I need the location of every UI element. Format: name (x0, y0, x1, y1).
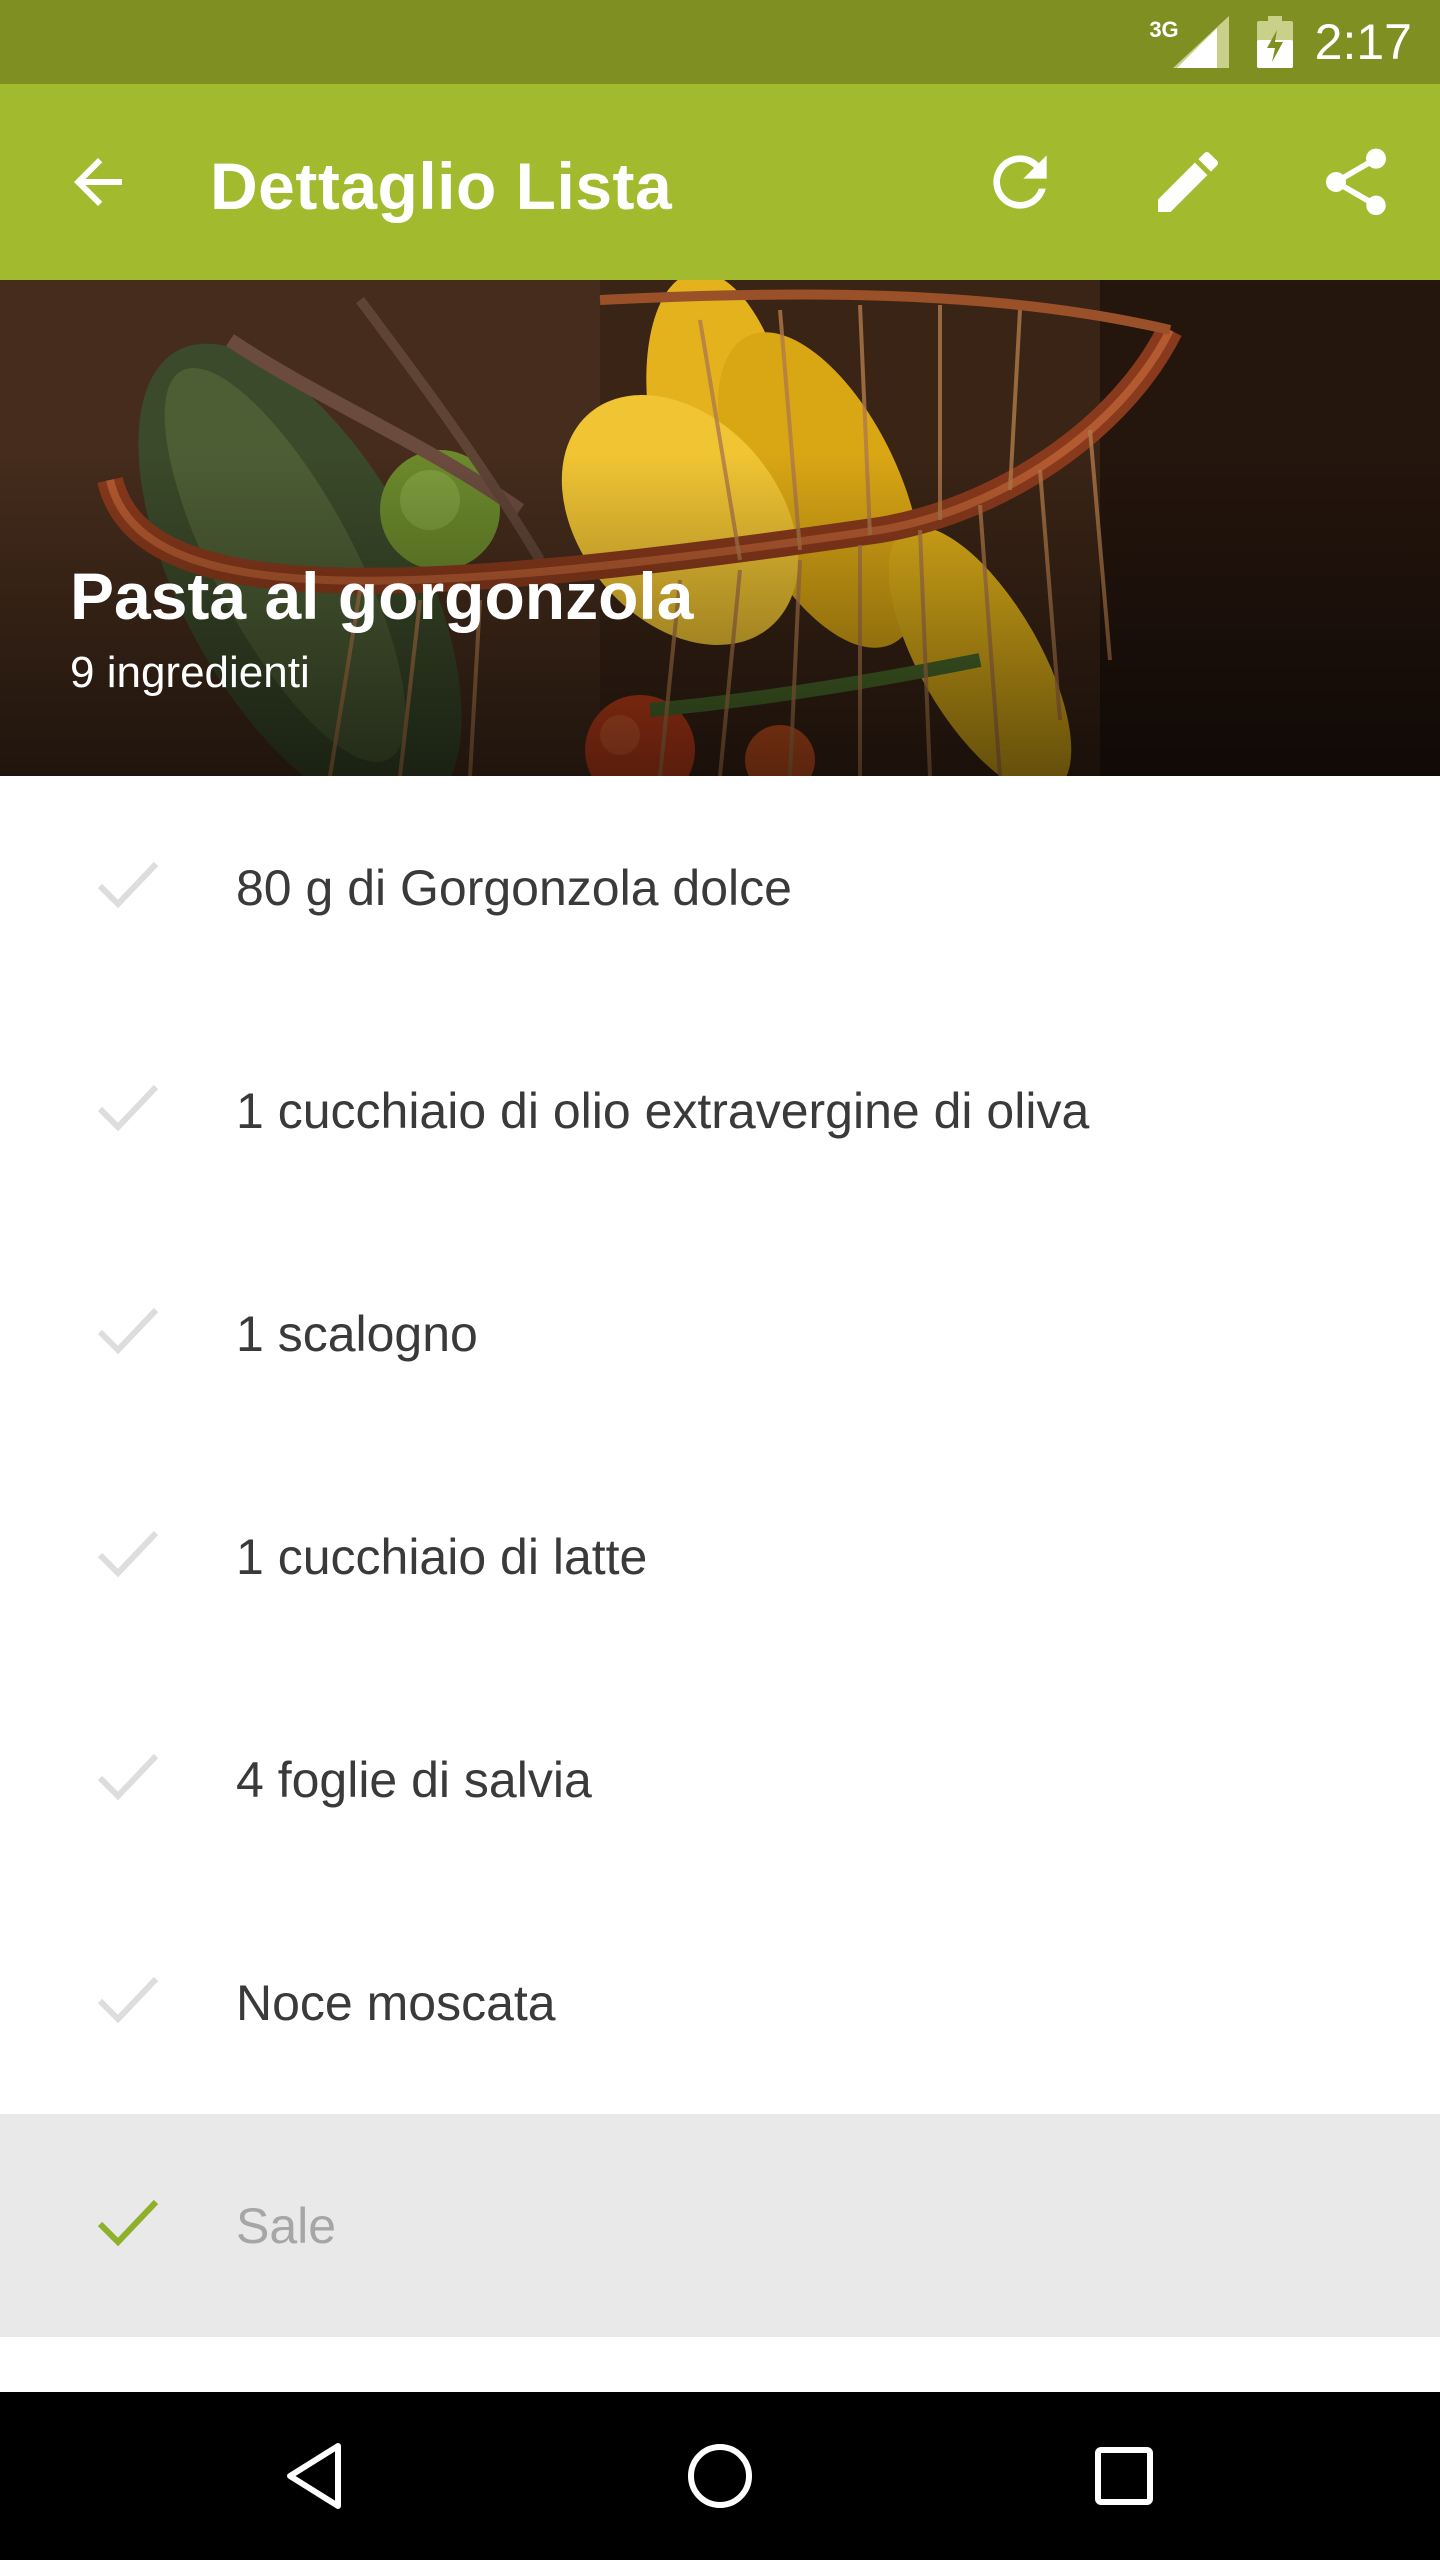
list-item[interactable]: 1 cucchiaio di olio extravergine di oliv… (0, 999, 1440, 1222)
ingredient-label: 1 scalogno (236, 1305, 478, 1362)
ingredient-label: 80 g di Gorgonzola dolce (236, 859, 792, 916)
share-icon[interactable] (1316, 142, 1396, 222)
ingredient-label: Sale (236, 2197, 337, 2254)
ingredient-label: Noce moscata (236, 1974, 556, 2031)
system-nav-bar (0, 2392, 1440, 2560)
recipe-title: Pasta al gorgonzola (70, 559, 694, 633)
back-triangle-icon[interactable] (276, 2436, 356, 2516)
page-title: Dettaglio Lista (210, 149, 673, 223)
list-item[interactable]: 80 g di Gorgonzola dolce (0, 776, 1440, 999)
status-bar: 3G 2:17 (0, 0, 1440, 84)
recipe-header: Pasta al gorgonzola 9 ingredienti (0, 280, 1440, 776)
signal-icon (1172, 16, 1231, 68)
home-circle-icon[interactable] (680, 2436, 760, 2516)
list-item[interactable]: 4 foglie di salvia (0, 1668, 1440, 1891)
check-icon[interactable] (96, 1971, 160, 2027)
recents-square-icon[interactable] (1084, 2436, 1164, 2516)
clock: 2:17 (1314, 14, 1412, 70)
ingredient-label: 4 foglie di salvia (236, 1751, 592, 1808)
ingredient-count: 9 ingredienti (70, 648, 310, 697)
check-icon[interactable] (96, 1525, 160, 1581)
check-icon[interactable] (96, 2194, 160, 2250)
check-icon[interactable] (96, 1302, 160, 1358)
battery-icon (1256, 16, 1293, 68)
ingredient-label: 1 cucchiaio di latte (236, 1528, 648, 1585)
check-icon[interactable] (96, 856, 160, 912)
ingredient-label: 1 cucchiaio di olio extravergine di oliv… (236, 1082, 1090, 1139)
list-item[interactable]: 1 cucchiaio di latte (0, 1445, 1440, 1668)
check-icon[interactable] (96, 1748, 160, 1804)
image-scrim (0, 280, 1440, 776)
check-icon[interactable] (96, 1079, 160, 1135)
list-item[interactable]: Noce moscata (0, 1891, 1440, 2114)
back-arrow-icon[interactable] (62, 146, 134, 218)
ingredient-list: 80 g di Gorgonzola dolce 1 cucchiaio di … (0, 776, 1440, 2337)
app-bar: Dettaglio Lista (0, 84, 1440, 280)
refresh-icon[interactable] (980, 142, 1060, 222)
list-item-checked[interactable]: Sale (0, 2114, 1440, 2337)
edit-pencil-icon[interactable] (1148, 142, 1228, 222)
list-item[interactable]: 1 scalogno (0, 1222, 1440, 1445)
